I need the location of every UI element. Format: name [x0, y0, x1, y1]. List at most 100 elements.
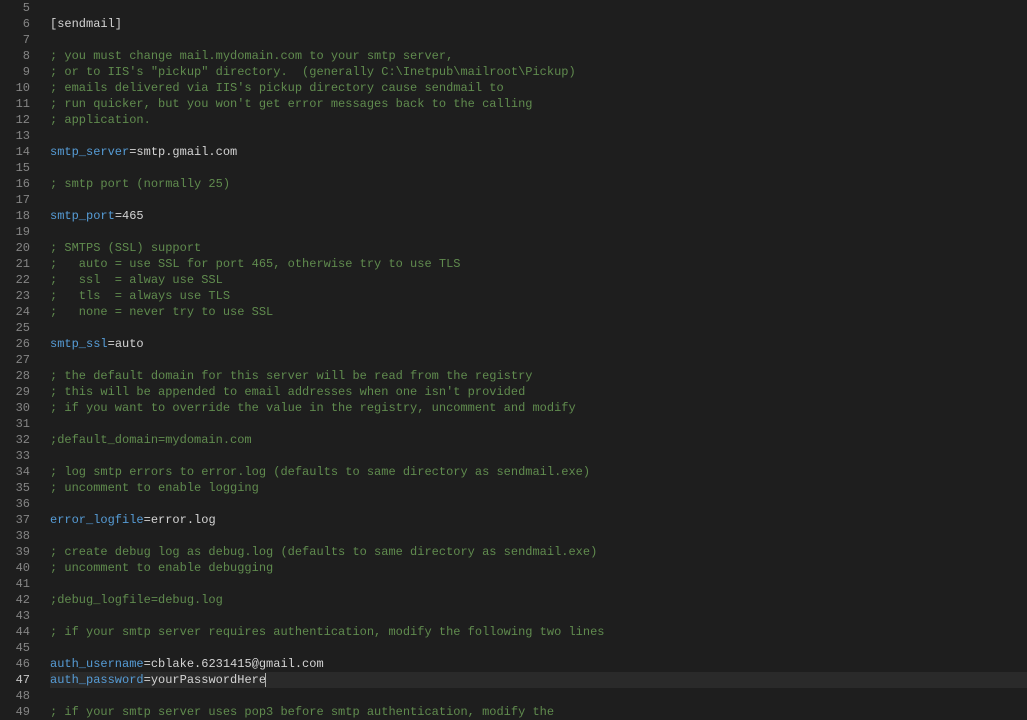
- code-line[interactable]: ; uncomment to enable logging: [50, 480, 1027, 496]
- code-line[interactable]: [50, 608, 1027, 624]
- line-number: 49: [0, 704, 30, 720]
- code-line[interactable]: auth_password=yourPasswordHere: [50, 672, 1027, 688]
- code-area[interactable]: [sendmail] ; you must change mail.mydomai…: [42, 0, 1027, 709]
- line-number: 7: [0, 32, 30, 48]
- token-eq: =: [144, 513, 151, 527]
- token-comment: ; none = never try to use SSL: [50, 305, 273, 319]
- code-line[interactable]: [50, 416, 1027, 432]
- line-number: 12: [0, 112, 30, 128]
- line-number: 18: [0, 208, 30, 224]
- line-number: 40: [0, 560, 30, 576]
- code-line[interactable]: ; if you want to override the value in t…: [50, 400, 1027, 416]
- code-line[interactable]: ; create debug log as debug.log (default…: [50, 544, 1027, 560]
- line-number: 26: [0, 336, 30, 352]
- line-number: 11: [0, 96, 30, 112]
- code-line[interactable]: ; uncomment to enable debugging: [50, 560, 1027, 576]
- code-line[interactable]: auth_username=cblake.6231415@gmail.com: [50, 656, 1027, 672]
- token-comment: ; if you want to override the value in t…: [50, 401, 576, 415]
- token-comment: ; create debug log as debug.log (default…: [50, 545, 597, 559]
- code-line[interactable]: ; emails delivered via IIS's pickup dire…: [50, 80, 1027, 96]
- token-comment: ; auto = use SSL for port 465, otherwise…: [50, 257, 460, 271]
- code-line[interactable]: ;default_domain=mydomain.com: [50, 432, 1027, 448]
- line-number: 32: [0, 432, 30, 448]
- line-number: 21: [0, 256, 30, 272]
- code-line[interactable]: [50, 640, 1027, 656]
- code-line[interactable]: ; you must change mail.mydomain.com to y…: [50, 48, 1027, 64]
- line-number-gutter: 5678910111213141516171819202122232425262…: [0, 0, 42, 709]
- code-line[interactable]: ; auto = use SSL for port 465, otherwise…: [50, 256, 1027, 272]
- code-line[interactable]: ; the default domain for this server wil…: [50, 368, 1027, 384]
- line-number: 41: [0, 576, 30, 592]
- line-number: 15: [0, 160, 30, 176]
- line-number: 22: [0, 272, 30, 288]
- code-line[interactable]: [50, 224, 1027, 240]
- code-line[interactable]: [50, 352, 1027, 368]
- code-line[interactable]: ; if your smtp server requires authentic…: [50, 624, 1027, 640]
- token-value: cblake.6231415@gmail.com: [151, 657, 324, 671]
- code-line[interactable]: smtp_server=smtp.gmail.com: [50, 144, 1027, 160]
- code-line[interactable]: [50, 32, 1027, 48]
- code-line[interactable]: ; log smtp errors to error.log (defaults…: [50, 464, 1027, 480]
- token-comment: ; emails delivered via IIS's pickup dire…: [50, 81, 504, 95]
- token-comment: ; uncomment to enable debugging: [50, 561, 273, 575]
- code-editor[interactable]: 5678910111213141516171819202122232425262…: [0, 0, 1027, 709]
- code-line[interactable]: error_logfile=error.log: [50, 512, 1027, 528]
- line-number: 17: [0, 192, 30, 208]
- line-number: 10: [0, 80, 30, 96]
- token-key: smtp_server: [50, 145, 129, 159]
- code-line[interactable]: smtp_port=465: [50, 208, 1027, 224]
- token-comment: ; smtp port (normally 25): [50, 177, 230, 191]
- code-line[interactable]: ; ssl = alway use SSL: [50, 272, 1027, 288]
- token-key: error_logfile: [50, 513, 144, 527]
- code-line[interactable]: ; if your smtp server uses pop3 before s…: [50, 704, 1027, 720]
- line-number: 6: [0, 16, 30, 32]
- code-line[interactable]: ; smtp port (normally 25): [50, 176, 1027, 192]
- code-line[interactable]: [50, 128, 1027, 144]
- code-line[interactable]: [50, 320, 1027, 336]
- token-comment: ; run quicker, but you won't get error m…: [50, 97, 532, 111]
- line-number: 38: [0, 528, 30, 544]
- line-number: 29: [0, 384, 30, 400]
- code-line[interactable]: [50, 576, 1027, 592]
- token-comment: ; ssl = alway use SSL: [50, 273, 223, 287]
- token-eq: =: [115, 209, 122, 223]
- code-line[interactable]: ; application.: [50, 112, 1027, 128]
- token-comment: ; if your smtp server uses pop3 before s…: [50, 705, 554, 719]
- code-line[interactable]: [50, 160, 1027, 176]
- line-number: 27: [0, 352, 30, 368]
- token-key: smtp_ssl: [50, 337, 108, 351]
- token-comment: ;debug_logfile=debug.log: [50, 593, 223, 607]
- code-line[interactable]: ; SMTPS (SSL) support: [50, 240, 1027, 256]
- code-line[interactable]: [sendmail]: [50, 16, 1027, 32]
- token-comment: ; if your smtp server requires authentic…: [50, 625, 605, 639]
- code-line[interactable]: [50, 0, 1027, 16]
- line-number: 45: [0, 640, 30, 656]
- line-number: 34: [0, 464, 30, 480]
- code-line[interactable]: [50, 528, 1027, 544]
- line-number: 24: [0, 304, 30, 320]
- token-comment: ; uncomment to enable logging: [50, 481, 259, 495]
- token-value: auto: [115, 337, 144, 351]
- code-line[interactable]: ; tls = always use TLS: [50, 288, 1027, 304]
- line-number: 33: [0, 448, 30, 464]
- token-comment: ; tls = always use TLS: [50, 289, 230, 303]
- code-line[interactable]: ; this will be appended to email address…: [50, 384, 1027, 400]
- line-number: 8: [0, 48, 30, 64]
- code-line[interactable]: [50, 448, 1027, 464]
- line-number: 16: [0, 176, 30, 192]
- token-comment: ; or to IIS's "pickup" directory. (gener…: [50, 65, 576, 79]
- token-eq: =: [144, 657, 151, 671]
- line-number: 5: [0, 0, 30, 16]
- code-line[interactable]: [50, 688, 1027, 704]
- code-line[interactable]: smtp_ssl=auto: [50, 336, 1027, 352]
- code-line[interactable]: ; run quicker, but you won't get error m…: [50, 96, 1027, 112]
- token-value: 465: [122, 209, 144, 223]
- code-line[interactable]: ; none = never try to use SSL: [50, 304, 1027, 320]
- line-number: 9: [0, 64, 30, 80]
- code-line[interactable]: [50, 496, 1027, 512]
- code-line[interactable]: ;debug_logfile=debug.log: [50, 592, 1027, 608]
- code-line[interactable]: [50, 192, 1027, 208]
- token-comment: ; SMTPS (SSL) support: [50, 241, 201, 255]
- line-number: 30: [0, 400, 30, 416]
- code-line[interactable]: ; or to IIS's "pickup" directory. (gener…: [50, 64, 1027, 80]
